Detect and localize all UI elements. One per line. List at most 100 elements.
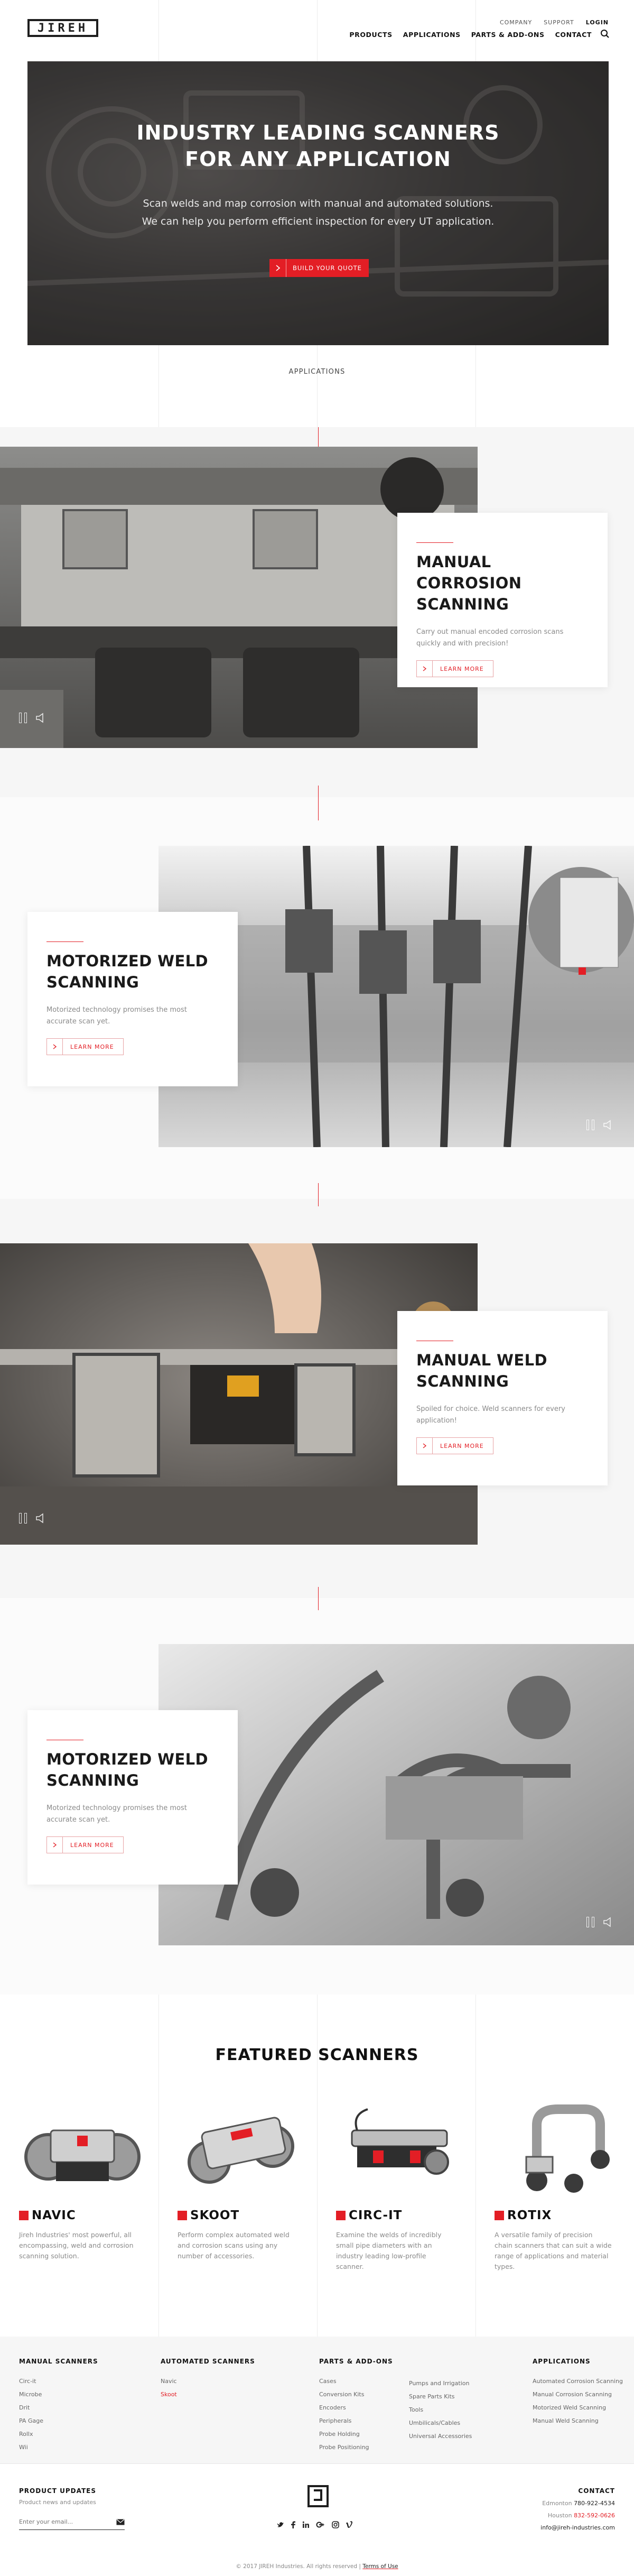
footer-link[interactable]: Manual Weld Scanning <box>533 2414 623 2427</box>
product-card-skoot[interactable]: SKOOT Perform complex automated weld and… <box>158 2093 317 2284</box>
contact-label: Houston <box>547 2512 572 2519</box>
main-nav: PRODUCTS APPLICATIONS PARTS & ADD-ONS CO… <box>349 31 592 39</box>
footer-column-manual-scanners: MANUAL SCANNERS Circ-it Microbe Drit PA … <box>19 2358 98 2454</box>
nav-support-link[interactable]: SUPPORT <box>544 19 574 26</box>
footer-link[interactable]: Pumps and Irrigation <box>409 2377 472 2390</box>
section-divider <box>318 1587 319 1610</box>
mute-icon[interactable] <box>35 713 47 723</box>
hero-title-line: INDUSTRY LEADING SCANNERS <box>136 121 500 144</box>
pause-icon[interactable] <box>586 1120 594 1130</box>
chevron-right-icon <box>269 259 286 277</box>
title-line: SCANNING <box>416 595 509 613</box>
footer-link[interactable]: Motorized Weld Scanning <box>533 2401 623 2414</box>
jireh-logo[interactable]: JIREH <box>27 19 98 37</box>
learn-more-button[interactable]: LEARN MORE <box>416 660 493 677</box>
updates-heading: PRODUCT UPDATES <box>19 2487 96 2495</box>
envelope-icon[interactable] <box>116 2519 125 2525</box>
twitter-icon[interactable] <box>277 2521 284 2528</box>
product-description: Examine the welds of incredibly small pi… <box>336 2231 442 2270</box>
footer-link[interactable]: Manual Corrosion Scanning <box>533 2388 623 2401</box>
application-description: Motorized technology promises the most a… <box>46 1804 187 1824</box>
footer-link[interactable]: Cases <box>319 2375 393 2388</box>
mute-icon[interactable] <box>603 1120 614 1130</box>
footer-link[interactable]: Spare Parts Kits <box>409 2390 472 2403</box>
linkedin-icon[interactable] <box>302 2521 310 2528</box>
nav-parts-link[interactable]: PARTS & ADD-ONS <box>471 31 545 39</box>
learn-more-button[interactable]: LEARN MORE <box>46 1038 124 1055</box>
chevron-right-icon <box>47 1837 63 1853</box>
application-title: MOTORIZED WELD SCANNING <box>46 950 219 993</box>
red-square-icon <box>19 2211 29 2220</box>
learn-more-button[interactable]: LEARN MORE <box>46 1836 124 1853</box>
nav-contact-link[interactable]: CONTACT <box>555 31 592 39</box>
footer-link[interactable]: Skoot <box>161 2388 255 2401</box>
nav-login-link[interactable]: LOGIN <box>586 19 609 26</box>
application-card: MANUAL CORROSION SCANNING Carry out manu… <box>397 513 608 687</box>
footer-links: MANUAL SCANNERS Circ-it Microbe Drit PA … <box>0 2337 634 2463</box>
footer-link[interactable]: Microbe <box>19 2388 98 2401</box>
product-card-rotix[interactable]: ROTIX A versatile family of precision ch… <box>476 2093 634 2284</box>
learn-more-label: LEARN MORE <box>440 665 484 672</box>
applications-section-label: APPLICATIONS <box>288 368 346 376</box>
product-image <box>525 2104 610 2193</box>
footer-logo-icon[interactable] <box>307 2485 329 2507</box>
search-icon[interactable] <box>600 29 610 39</box>
footer-link[interactable]: Tools <box>409 2403 472 2416</box>
nav-company-link[interactable]: COMPANY <box>500 19 532 26</box>
contact-phone[interactable]: 832-592-0626 <box>574 2512 615 2519</box>
application-card: MOTORIZED WELD SCANNING Motorized techno… <box>27 1710 238 1885</box>
media-controls <box>586 1120 614 1130</box>
product-card-circ-it[interactable]: CIRC-IT Examine the welds of incredibly … <box>317 2093 476 2284</box>
footer-link[interactable]: Probe Holding <box>319 2427 393 2441</box>
footer-link[interactable]: Peripherals <box>319 2414 393 2427</box>
footer-link[interactable]: PA Gage <box>19 2414 98 2427</box>
product-name-text: ROTIX <box>507 2209 552 2222</box>
section-divider <box>318 1183 319 1206</box>
application-description: Motorized technology promises the most a… <box>46 1006 187 1026</box>
email-input[interactable] <box>19 2518 104 2525</box>
featured-scanners-title: FEATURED SCANNERS <box>215 2046 419 2064</box>
chevron-right-icon <box>47 1039 63 1055</box>
chevron-right-icon <box>417 661 433 677</box>
contact-email-link[interactable]: info@jireh-industries.com <box>540 2524 615 2531</box>
footer-column-automated-scanners: AUTOMATED SCANNERS Navic Skoot <box>161 2358 255 2401</box>
pause-icon[interactable] <box>19 1513 27 1524</box>
title-line: MOTORIZED WELD <box>46 1750 209 1768</box>
contact-phone[interactable]: 780-922-4534 <box>574 2500 615 2507</box>
google-plus-icon[interactable] <box>316 2521 325 2528</box>
product-card-navic[interactable]: NAVIC Jireh Industries' most powerful, a… <box>0 2093 158 2284</box>
facebook-icon[interactable] <box>291 2521 296 2528</box>
footer-link[interactable]: Navic <box>161 2375 255 2388</box>
nav-products-link[interactable]: PRODUCTS <box>349 31 392 39</box>
product-name: ROTIX <box>495 2209 615 2222</box>
footer-link[interactable]: Circ-it <box>19 2375 98 2388</box>
copyright: © 2017 JIREH Industries. All rights rese… <box>0 2563 634 2570</box>
learn-more-button[interactable]: LEARN MORE <box>416 1437 493 1454</box>
footer-link[interactable]: Probe Positioning <box>319 2441 393 2454</box>
footer-column-applications: APPLICATIONS Automated Corrosion Scannin… <box>533 2358 623 2427</box>
footer-link[interactable]: Universal Accessories <box>409 2430 472 2443</box>
build-quote-button[interactable]: BUILD YOUR QUOTE <box>269 259 369 277</box>
pause-icon[interactable] <box>586 1917 594 1927</box>
mute-icon[interactable] <box>603 1917 614 1927</box>
instagram-icon[interactable] <box>332 2521 339 2528</box>
footer-link[interactable]: Rollx <box>19 2427 98 2441</box>
contact-email: info@jireh-industries.com <box>540 2524 615 2531</box>
nav-applications-link[interactable]: APPLICATIONS <box>403 31 461 39</box>
section-divider <box>318 797 319 820</box>
footer-link[interactable]: Encoders <box>319 2401 393 2414</box>
build-quote-label: BUILD YOUR QUOTE <box>293 264 362 272</box>
footer-link[interactable]: Conversion Kits <box>319 2388 393 2401</box>
product-name-text: CIRC-IT <box>349 2209 403 2222</box>
footer-link[interactable]: Automated Corrosion Scanning <box>533 2375 623 2388</box>
product-description: Perform complex automated weld and corro… <box>178 2231 290 2260</box>
card-rule <box>416 542 453 543</box>
footer-link[interactable]: Umbilicals/Cables <box>409 2416 472 2430</box>
mute-icon[interactable] <box>35 1513 47 1524</box>
pause-icon[interactable] <box>19 713 27 723</box>
featured-products: NAVIC Jireh Industries' most powerful, a… <box>0 2093 634 2284</box>
footer-link[interactable]: Drit <box>19 2401 98 2414</box>
vimeo-icon[interactable] <box>346 2521 353 2528</box>
footer-link[interactable]: Wii <box>19 2441 98 2454</box>
terms-of-use-link[interactable]: Terms of Use <box>362 2563 398 2570</box>
